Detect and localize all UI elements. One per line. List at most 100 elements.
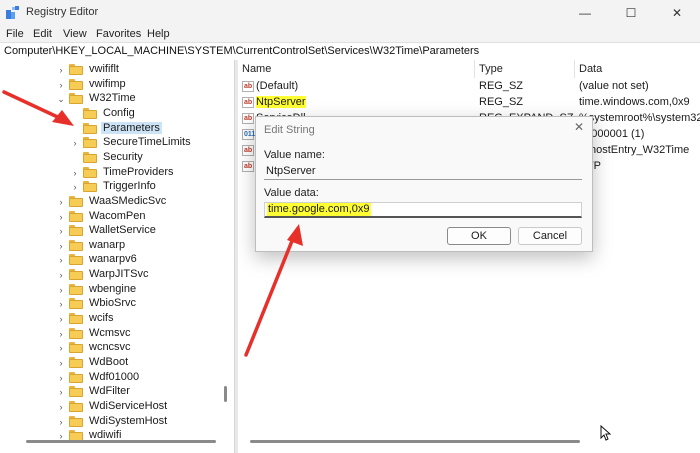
chevron-right-icon[interactable]: ›: [70, 167, 80, 179]
folder-icon: [69, 386, 83, 398]
chevron-right-icon[interactable]: ›: [56, 211, 66, 223]
tree-item-label: WdFilter: [89, 385, 130, 398]
dialog-close-button[interactable]: ✕: [572, 120, 586, 134]
menu-favorites[interactable]: Favorites: [96, 28, 141, 40]
chevron-right-icon[interactable]: [70, 123, 80, 135]
string-value-icon: ab: [242, 113, 254, 124]
folder-icon: [69, 327, 83, 339]
chevron-right-icon[interactable]: ›: [56, 401, 66, 413]
cancel-button[interactable]: Cancel: [518, 227, 582, 245]
chevron-right-icon[interactable]: ›: [56, 64, 66, 76]
chevron-right-icon[interactable]: ›: [70, 181, 80, 193]
chevron-right-icon[interactable]: ›: [70, 137, 80, 149]
chevron-right-icon[interactable]: ›: [56, 284, 66, 296]
value-name-label: Value name:: [264, 149, 325, 161]
folder-icon: [69, 283, 83, 295]
chevron-right-icon[interactable]: ›: [56, 196, 66, 208]
value-data-text: time.google.com,0x9: [267, 203, 371, 216]
folder-icon: [83, 137, 97, 149]
tree-item-label: WalletService: [89, 224, 156, 237]
value-name-text: NtpServer: [266, 165, 316, 177]
tree-vertical-scrollbar[interactable]: [224, 386, 227, 402]
chevron-right-icon[interactable]: ›: [56, 225, 66, 237]
folder-icon: [69, 93, 83, 105]
value-type: REG_SZ: [479, 96, 524, 108]
chevron-right-icon[interactable]: [70, 108, 80, 120]
folder-icon: [69, 254, 83, 266]
folder-icon: [69, 298, 83, 310]
chevron-down-icon[interactable]: ⌄: [56, 93, 66, 105]
tree-item-label: WdiServiceHost: [89, 399, 168, 412]
column-header-data[interactable]: Data: [575, 60, 700, 78]
tree-item-label: Wdf01000: [89, 370, 140, 383]
key-tree-pane: › vwififlt › vwifimp ⌄ W32Time Config Parameter…: [0, 60, 234, 453]
tree-item-label: Config: [103, 106, 135, 119]
folder-icon: [69, 269, 83, 281]
value-data: vchostEntry_W32Time: [579, 144, 690, 156]
folder-icon: [69, 195, 83, 207]
chevron-right-icon[interactable]: ›: [56, 254, 66, 266]
folder-icon: [69, 415, 83, 427]
tree-item-label: wanarp: [89, 238, 126, 251]
folder-icon: [69, 313, 83, 325]
maximize-button[interactable]: ☐: [608, 0, 654, 26]
address-bar[interactable]: Computer\HKEY_LOCAL_MACHINE\SYSTEM\Curre…: [0, 42, 700, 61]
folder-icon: [69, 371, 83, 383]
folder-icon: [69, 210, 83, 222]
tree-item-label: wcncsvc: [89, 341, 131, 354]
close-button[interactable]: ✕: [654, 0, 700, 26]
chevron-right-icon[interactable]: ›: [56, 269, 66, 281]
chevron-right-icon[interactable]: ›: [56, 357, 66, 369]
tree-item-label: wcifs: [89, 312, 114, 325]
chevron-right-icon[interactable]: ›: [56, 328, 66, 340]
value-name: NtpServer: [256, 96, 306, 108]
chevron-right-icon[interactable]: ›: [56, 416, 66, 428]
chevron-right-icon[interactable]: ›: [56, 372, 66, 384]
chevron-right-icon[interactable]: [70, 152, 80, 164]
string-value-icon: ab: [242, 97, 254, 108]
tree-item-label: Security: [103, 150, 143, 163]
dialog-title: Edit String: [264, 124, 315, 136]
folder-icon: [69, 239, 83, 251]
folder-icon: [83, 107, 97, 119]
menu-edit[interactable]: Edit: [33, 28, 52, 40]
tree-item-label: wbengine: [89, 282, 137, 295]
folder-icon: [83, 166, 97, 178]
chevron-right-icon[interactable]: ›: [56, 386, 66, 398]
tree-item-label: SecureTimeLimits: [103, 136, 191, 149]
value-data-input[interactable]: time.google.com,0x9: [264, 202, 582, 218]
tree-item-label: W32Time: [89, 92, 136, 105]
value-data: time.windows.com,0x9: [579, 96, 690, 108]
value-data: (value not set): [579, 80, 649, 92]
tree-horizontal-scrollbar[interactable]: [26, 440, 216, 443]
mouse-cursor-icon: [600, 425, 612, 441]
tree-item-label: WacomPen: [89, 209, 146, 222]
chevron-right-icon[interactable]: ›: [56, 313, 66, 325]
chevron-right-icon[interactable]: ›: [56, 79, 66, 91]
value-data: %systemroot%\system32\w: [579, 112, 700, 124]
column-header-name[interactable]: Name: [238, 60, 475, 78]
folder-icon: [69, 400, 83, 412]
binary-value-icon: 011: [242, 129, 256, 140]
chevron-right-icon[interactable]: ›: [56, 342, 66, 354]
column-header-type[interactable]: Type: [475, 60, 575, 78]
minimize-button[interactable]: —: [562, 0, 608, 26]
chevron-right-icon[interactable]: ›: [56, 298, 66, 310]
string-value-icon: ab: [242, 145, 254, 156]
folder-icon: [83, 122, 97, 134]
menu-view[interactable]: View: [63, 28, 87, 40]
folder-icon: [83, 181, 97, 193]
menu-help[interactable]: Help: [147, 28, 170, 40]
folder-icon: [69, 342, 83, 354]
tree-item-label: Parameters: [101, 121, 162, 134]
chevron-right-icon[interactable]: ›: [56, 240, 66, 252]
ok-button[interactable]: OK: [447, 227, 511, 245]
list-horizontal-scrollbar[interactable]: [250, 440, 580, 443]
title-bar: Registry Editor — ☐ ✕: [0, 0, 700, 26]
value-row[interactable]: ab (Default) REG_SZ (value not set): [238, 79, 700, 95]
tree-item-label: Wcmsvc: [89, 326, 131, 339]
menu-file[interactable]: File: [6, 28, 24, 40]
value-row[interactable]: ab NtpServer REG_SZ time.windows.com,0x9: [238, 95, 700, 111]
menu-bar: File Edit View Favorites Help: [0, 26, 700, 42]
value-name: (Default): [256, 80, 299, 92]
